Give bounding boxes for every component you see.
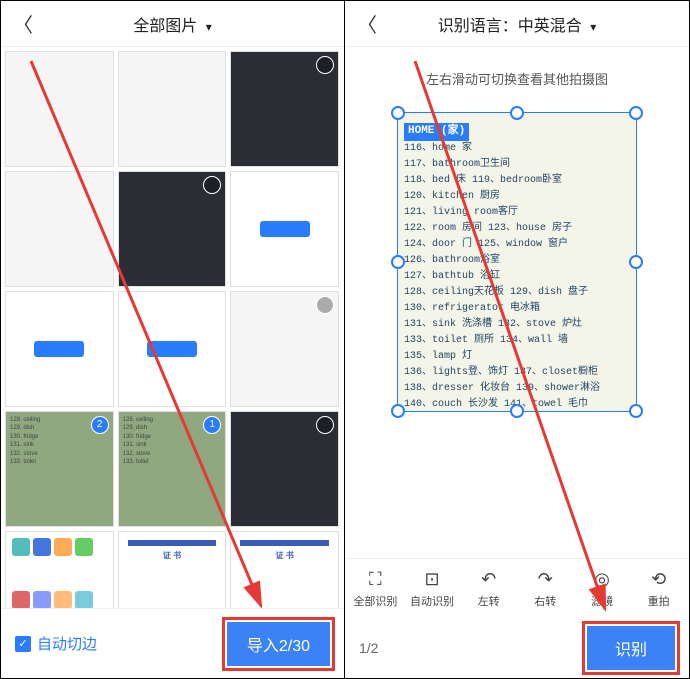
gallery-panel: 〈 全部图片 ▾ 128. ceiling129. dish130. fridg… [1,1,345,678]
tool-左转[interactable]: ↶ 左转 [466,569,512,609]
chevron-down-icon: ▾ [206,20,212,34]
selection-badge [316,296,334,314]
tool-icon: ◎ [594,569,610,590]
thumbnail-grid: 128. ceiling129. dish130. fridge131. sin… [1,47,344,608]
vocab-line: 120、kitchen 厨房 [404,189,630,205]
vocab-title: HOME (家) [404,123,469,141]
thumbnail[interactable] [118,291,227,407]
import-button[interactable]: 导入2/30 [227,622,330,666]
recognize-panel: 〈 识别语言：中英混合 ▾ 左右滑动可切换查看其他拍摄图 HOME (家) 11… [345,1,689,678]
thumbnail[interactable] [5,171,114,287]
vocab-line: 128、ceiling天花板 129、dish 盘子 [404,285,630,301]
recognize-title[interactable]: 识别语言：中英混合 ▾ [438,12,597,36]
tool-重拍[interactable]: ⟲ 重拍 [636,569,682,609]
thumbnail[interactable] [118,51,227,167]
thumbnail[interactable] [5,291,114,407]
crop-handle[interactable] [629,404,643,418]
back-button[interactable]: 〈 [13,9,33,38]
back-button[interactable]: 〈 [357,9,377,38]
tool-label: 右转 [534,593,556,609]
crop-handle[interactable] [629,255,643,269]
vocab-line: 117、bathroom卫生间 [404,157,630,173]
tool-label: 滤镜 [591,593,613,609]
tool-icon: ⊡ [424,569,439,590]
vocab-line: 138、dresser 化妆台 139、shower淋浴 [404,381,630,397]
tool-icon: ↷ [538,569,553,590]
thumbnail[interactable] [118,171,227,287]
tool-icon: ⛶ [369,569,382,590]
gallery-title-text: 全部图片 [133,18,197,35]
vocab-list: 116、home 家117、bathroom卫生间118、bed 床 119、b… [404,141,630,413]
selection-badge: 1 [203,416,221,434]
selection-badge: 2 [91,416,109,434]
recognize-body: 左右滑动可切换查看其他拍摄图 HOME (家) 116、home 家117、ba… [345,47,689,558]
tool-滤镜[interactable]: ◎ 滤镜 [579,569,625,609]
tool-label: 左转 [478,593,500,609]
tool-右转[interactable]: ↷ 右转 [522,569,568,609]
vocab-line: 130、refrigerator 电冰箱 [404,301,630,317]
chevron-down-icon: ▾ [590,20,596,34]
selection-badge [316,416,334,434]
selection-badge [316,56,334,74]
vocab-line: 121、living room客厅 [404,205,630,221]
vocab-line: 127、bathtub 浴缸 [404,269,630,285]
thumbnail[interactable]: 证 书 [230,531,339,608]
recognize-header: 〈 识别语言：中英混合 ▾ [345,1,689,47]
checkbox-icon: ✓ [15,636,31,652]
tool-label: 重拍 [648,593,670,609]
crop-area[interactable]: HOME (家) 116、home 家117、bathroom卫生间118、be… [397,112,637,412]
tool-自动识别[interactable]: ⊡ 自动识别 [409,569,455,609]
vocab-line: 135、lamp 灯 [404,349,630,365]
vocab-line: 133、toilet 厕所 134、wall 墙 [404,333,630,349]
crop-handle[interactable] [391,255,405,269]
vocab-line: 122、room 房间 123、house 房子 [404,221,630,237]
auto-crop-toggle[interactable]: ✓ 自动切边 [15,633,97,654]
page-indicator: 1/2 [359,640,378,656]
tool-icon: ↶ [481,569,496,590]
vocab-line: 118、bed 床 119、bedroom卧室 [404,173,630,189]
tool-icon: ⟲ [651,569,666,590]
recognize-title-text: 识别语言：中英混合 [438,18,582,35]
recognize-button[interactable]: 识别 [587,626,675,670]
selection-badge [203,176,221,194]
edit-toolbar: ⛶ 全部识别 ⊡ 自动识别 ↶ 左转 ↷ 右转 ◎ 滤镜 ⟲ 重拍 [345,558,689,618]
thumbnail[interactable]: 128. ceiling129. dish130. fridge131. sin… [118,411,227,527]
swipe-hint: 左右滑动可切换查看其他拍摄图 [426,69,608,88]
crop-handle[interactable] [629,106,643,120]
vocab-line: 124、door 门 125、window 窗户 [404,237,630,253]
thumbnail[interactable]: 128. ceiling129. dish130. fridge131. sin… [5,411,114,527]
gallery-footer: ✓ 自动切边 导入2/30 [1,608,344,678]
recognize-footer: 1/2 识别 [345,618,689,678]
vocab-line: 126、bathroom浴室 [404,253,630,269]
vocab-line: 131、sink 洗涤槽 132、stove 炉灶 [404,317,630,333]
thumbnail[interactable] [5,51,114,167]
crop-handle[interactable] [510,106,524,120]
thumbnail[interactable] [5,531,114,608]
crop-handle[interactable] [391,106,405,120]
vocab-line: 116、home 家 [404,141,630,157]
thumbnail[interactable] [230,291,339,407]
tool-label: 全部识别 [353,593,397,609]
thumbnail[interactable] [230,171,339,287]
auto-crop-label: 自动切边 [37,633,97,654]
thumbnail[interactable] [230,51,339,167]
crop-handle[interactable] [391,404,405,418]
crop-handle[interactable] [510,404,524,418]
tool-全部识别[interactable]: ⛶ 全部识别 [352,569,398,609]
gallery-header: 〈 全部图片 ▾ [1,1,344,47]
vocab-line: 136、lights登、饰灯 137、closet橱柜 [404,365,630,381]
gallery-title[interactable]: 全部图片 ▾ [133,12,212,36]
thumbnail[interactable] [230,411,339,527]
thumbnail[interactable]: 证 书 [118,531,227,608]
tool-label: 自动识别 [410,593,454,609]
